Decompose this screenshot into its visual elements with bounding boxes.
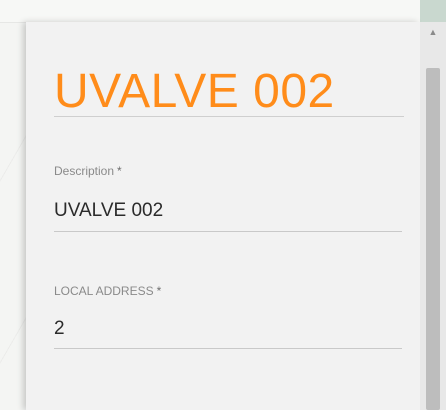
required-mark: * [117,164,122,178]
required-mark: * [156,284,162,298]
scroll-thumb[interactable] [426,68,440,410]
scroll-up-arrow-icon[interactable]: ▲ [420,22,446,42]
top-bar [0,0,446,23]
title-divider [54,116,404,117]
description-label-text: Description [54,164,115,178]
vertical-scrollbar[interactable]: ▲ [420,22,446,410]
local-address-label: LOCAL ADDRESS * [54,284,161,298]
description-label: Description * [54,164,122,178]
description-field[interactable]: UVALVE 002 [54,200,163,222]
description-underline [54,231,402,232]
details-panel: UVALVE 002 Description * UVALVE 002 LOCAL… [26,22,420,410]
local-address-field[interactable]: 2 [54,318,65,340]
local-address-underline [54,348,402,349]
local-address-label-text: LOCAL ADDRESS [54,284,154,298]
panel-title: UVALVE 002 [54,65,335,118]
corner-chip [420,0,446,22]
